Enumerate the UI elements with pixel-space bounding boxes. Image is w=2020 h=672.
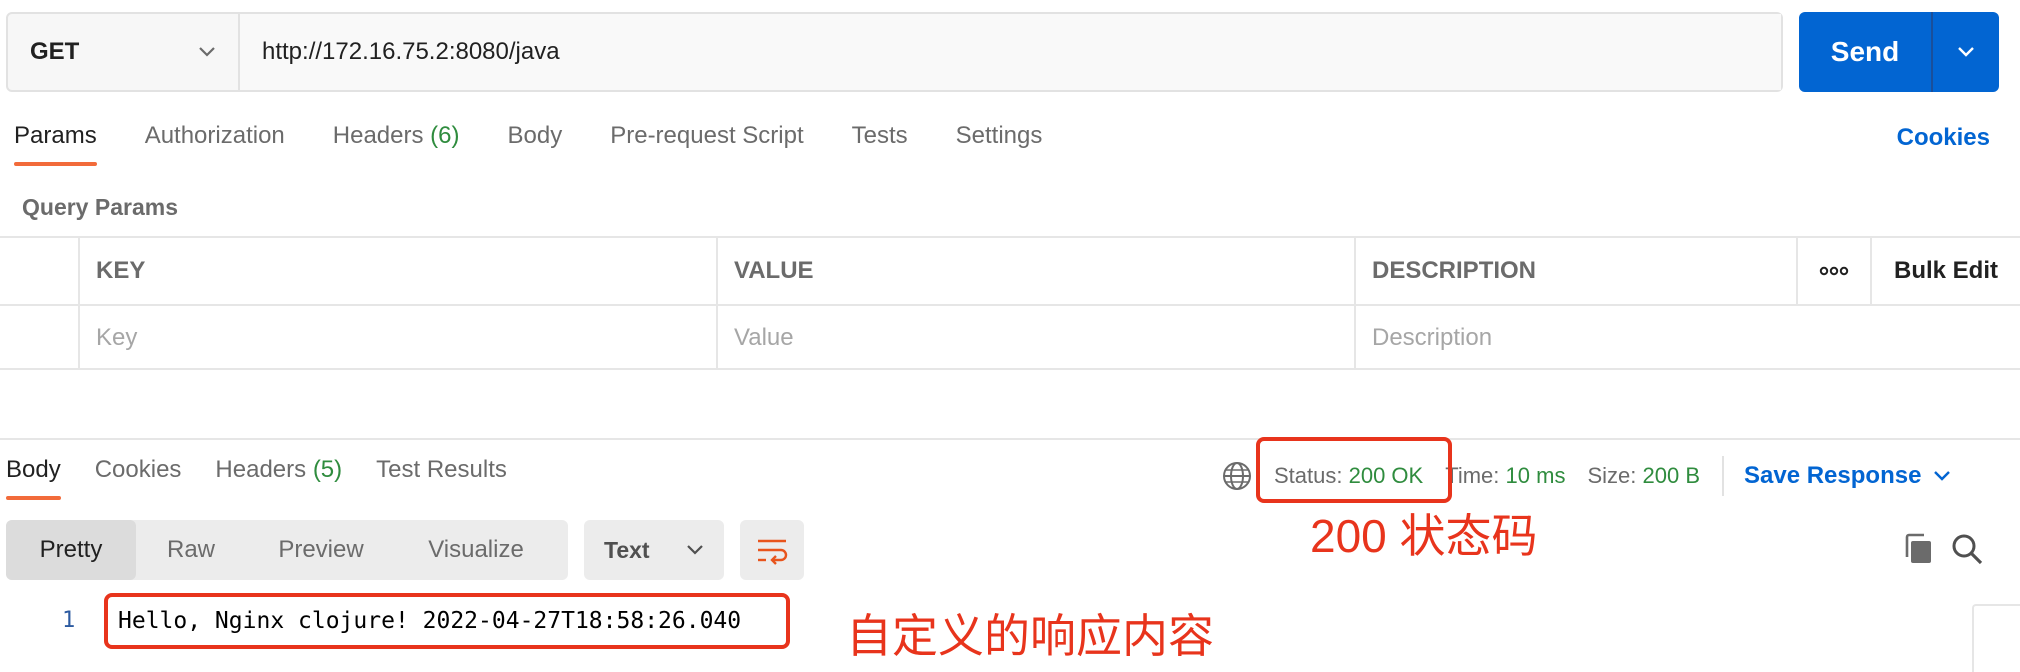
- value-input[interactable]: Value: [718, 306, 1356, 370]
- size-indicator[interactable]: Size: 200 B: [1587, 463, 1700, 489]
- status-highlight-box: [1256, 437, 1452, 503]
- time-value: 10 ms: [1505, 463, 1566, 488]
- editor-scrollbar[interactable]: [1972, 604, 2020, 672]
- checkbox-column-header: [0, 238, 80, 304]
- query-params-table: KEY VALUE DESCRIPTION Bulk Edit Key Valu…: [0, 236, 2020, 370]
- line-number: 1: [62, 608, 76, 633]
- body-highlight-box: [104, 593, 790, 649]
- table-row: Key Value Description: [0, 304, 2020, 370]
- word-wrap-button[interactable]: [740, 520, 804, 580]
- cookies-link[interactable]: Cookies: [1897, 124, 1990, 152]
- request-tabs: Params Authorization Headers (6) Body Pr…: [14, 122, 1090, 172]
- format-pretty[interactable]: Pretty: [6, 520, 136, 580]
- tab-response-body[interactable]: Body: [6, 456, 61, 500]
- pane-divider[interactable]: [0, 438, 2020, 440]
- format-preview[interactable]: Preview: [246, 520, 396, 580]
- meta-separator: [1722, 456, 1724, 496]
- more-horizontal-icon: [1819, 266, 1849, 276]
- tab-test-results[interactable]: Test Results: [376, 456, 507, 498]
- size-value: 200 B: [1642, 463, 1701, 488]
- format-type-label: Text: [604, 536, 650, 563]
- more-options-button[interactable]: [1798, 238, 1872, 304]
- status-annotation: 200 状态码: [1310, 510, 1538, 562]
- chevron-down-icon: [1958, 47, 1974, 57]
- tab-response-cookies[interactable]: Cookies: [95, 456, 182, 498]
- headers-count: (6): [430, 122, 460, 149]
- value-column-header: VALUE: [718, 238, 1356, 304]
- tab-headers[interactable]: Headers (6): [333, 122, 460, 164]
- format-segmented-control: Pretty Raw Preview Visualize: [6, 520, 568, 580]
- tab-tests[interactable]: Tests: [852, 122, 908, 164]
- send-button[interactable]: Send: [1799, 12, 1933, 92]
- key-input[interactable]: Key: [80, 306, 718, 370]
- format-raw[interactable]: Raw: [136, 520, 246, 580]
- chevron-down-icon: [1934, 471, 1951, 481]
- chevron-down-icon: [199, 47, 215, 57]
- bulk-edit-button[interactable]: Bulk Edit: [1872, 238, 2020, 304]
- tab-response-headers[interactable]: Headers (5): [215, 456, 342, 498]
- method-select[interactable]: GET: [8, 14, 240, 90]
- response-headers-count: (5): [312, 456, 343, 483]
- table-header-row: KEY VALUE DESCRIPTION Bulk Edit: [0, 238, 2020, 304]
- request-url-bar: GET http://172.16.75.2:8080/java: [6, 12, 1783, 92]
- copy-icon[interactable]: [1902, 532, 1936, 566]
- save-response-button[interactable]: Save Response: [1744, 462, 1951, 490]
- send-button-group: Send: [1799, 12, 1999, 92]
- method-label: GET: [30, 38, 80, 65]
- row-checkbox-cell: [0, 306, 80, 370]
- body-annotation: 自定义的响应内容: [846, 610, 1214, 662]
- globe-icon[interactable]: [1222, 461, 1252, 491]
- time-indicator[interactable]: Time: 10 ms: [1445, 463, 1565, 489]
- query-params-title: Query Params: [22, 194, 178, 220]
- tab-authorization[interactable]: Authorization: [145, 122, 285, 164]
- tab-pre-request-script[interactable]: Pre-request Script: [610, 122, 803, 164]
- format-visualize[interactable]: Visualize: [396, 520, 556, 580]
- response-tabs: Body Cookies Headers (5) Test Results: [6, 456, 541, 500]
- tab-settings[interactable]: Settings: [956, 122, 1043, 164]
- key-column-header: KEY: [80, 238, 718, 304]
- url-input[interactable]: http://172.16.75.2:8080/java: [240, 14, 1781, 90]
- wrap-lines-icon: [758, 539, 788, 565]
- tab-params[interactable]: Params: [14, 122, 97, 166]
- chevron-down-icon: [687, 545, 703, 555]
- search-icon[interactable]: [1950, 532, 1984, 566]
- description-input[interactable]: Description: [1356, 306, 2016, 370]
- send-options-button[interactable]: [1933, 12, 1999, 92]
- description-column-header: DESCRIPTION: [1356, 238, 1798, 304]
- tab-body[interactable]: Body: [508, 122, 563, 164]
- format-type-select[interactable]: Text: [584, 520, 724, 580]
